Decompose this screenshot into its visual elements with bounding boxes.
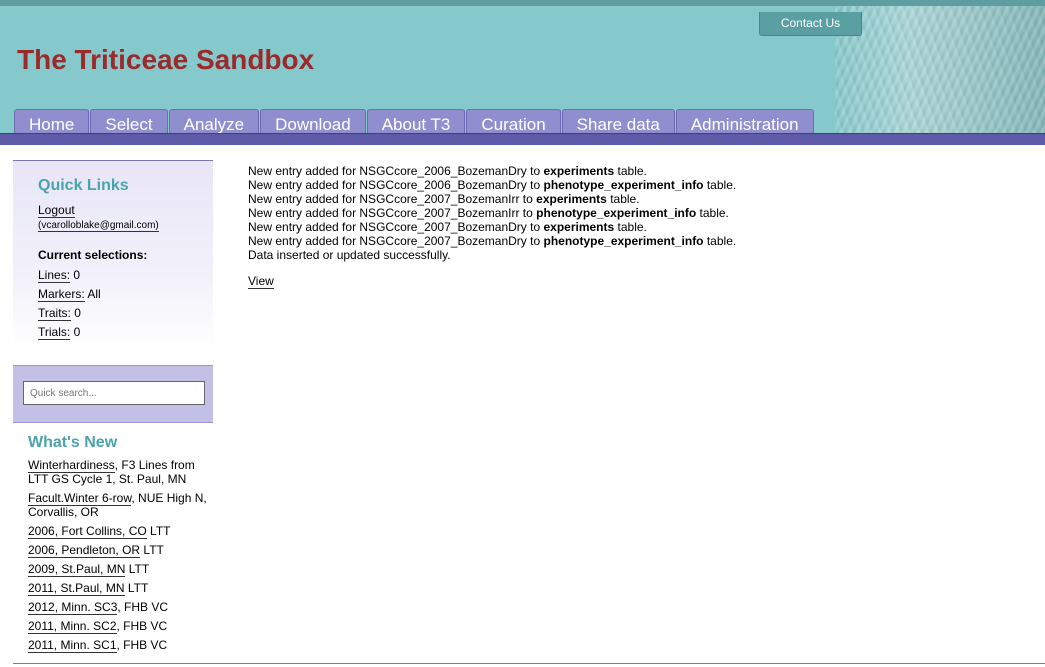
nav-tab-curation[interactable]: Curation [466, 109, 561, 133]
nav-tab-administration[interactable]: Administration [675, 109, 814, 133]
whats-new-detail: LTT [125, 562, 150, 576]
whats-new-item: Winterhardiness, F3 Lines from LTT GS Cy… [28, 458, 208, 486]
whats-new-item: 2011, Minn. SC1, FHB VC [28, 638, 208, 653]
whats-new-link[interactable]: 2012, Minn. SC3 [28, 600, 118, 615]
selection-lines: Lines: 0 [38, 268, 213, 283]
whats-new-link[interactable]: Facult.Winter 6-row [28, 491, 132, 506]
message-text: table. [614, 220, 647, 234]
selection-lines-link[interactable]: Lines: [38, 268, 71, 283]
nav-tab-analyze[interactable]: Analyze [168, 109, 260, 133]
nav-tab-share-data[interactable]: Share data [561, 109, 675, 133]
whats-new-link[interactable]: 2006, Fort Collins, CO [28, 524, 147, 539]
view-link[interactable]: View [248, 274, 274, 289]
message-text: table. [696, 206, 729, 220]
message-text: New entry added for NSGCcore_2007_Bozema… [248, 192, 537, 206]
quick-links-title: Quick Links [38, 177, 129, 194]
sidebar: Quick Links Logout (vcarolloblake@gmail.… [13, 160, 213, 653]
nav-tab-about[interactable]: About T3 [366, 109, 466, 133]
nav-tab-select[interactable]: Select [90, 109, 168, 133]
message-table-name: phenotype_experiment_info [543, 178, 704, 192]
whats-new-panel: What's New Winterhardiness, F3 Lines fro… [28, 434, 208, 657]
selection-markers-value: All [87, 287, 101, 301]
message-text: New entry added for NSGCcore_2007_Bozema… [248, 206, 537, 220]
message-text: New entry added for NSGCcore_2007_Bozema… [248, 234, 544, 248]
quick-search-input[interactable] [23, 381, 205, 405]
result-message: New entry added for NSGCcore_2006_Bozema… [248, 164, 1028, 178]
message-text: New entry added for NSGCcore_2006_Bozema… [248, 164, 544, 178]
whats-new-detail: LTT [140, 543, 164, 557]
success-message: Data inserted or updated successfully. [248, 248, 451, 262]
whats-new-item: 2006, Pendleton, OR LTT [28, 543, 208, 558]
main-content: New entry added for NSGCcore_2006_Bozema… [248, 164, 1028, 289]
message-text: table. [606, 192, 640, 206]
whats-new-item: 2006, Fort Collins, CO LTT [28, 524, 208, 539]
whats-new-detail: , FHB VC [116, 638, 168, 652]
whats-new-detail: , FHB VC [117, 600, 169, 614]
current-selections-title: Current selections: [38, 248, 148, 262]
quick-links-panel: Quick Links Logout (vcarolloblake@gmail.… [13, 160, 213, 350]
header-wheat-image [835, 6, 1045, 133]
result-message: New entry added for NSGCcore_2007_Bozema… [248, 206, 1028, 220]
whats-new-title: What's New [28, 434, 118, 451]
message-text: New entry added for NSGCcore_2006_Bozema… [248, 178, 544, 192]
message-table-name: phenotype_experiment_info [543, 234, 704, 248]
selection-markers-link[interactable]: Markers: [38, 287, 85, 302]
selection-trials-link[interactable]: Trials: [38, 325, 71, 340]
whats-new-link[interactable]: 2011, St.Paul, MN [28, 581, 125, 596]
whats-new-item: 2009, St.Paul, MN LTT [28, 562, 208, 577]
selection-traits: Traits: 0 [38, 306, 213, 321]
message-table-name: experiments [536, 192, 607, 206]
selection-lines-value: 0 [73, 268, 81, 282]
quick-search-panel [13, 365, 213, 423]
whats-new-link[interactable]: 2011, Minn. SC1 [28, 638, 117, 653]
result-message: New entry added for NSGCcore_2007_Bozema… [248, 192, 1028, 206]
message-text: table. [703, 234, 737, 248]
site-header: The Triticeae Sandbox Contact Us Home Se… [0, 0, 1045, 133]
selection-traits-link[interactable]: Traits: [38, 306, 71, 321]
whats-new-item: Facult.Winter 6-row, NUE High N, Corvall… [28, 491, 208, 519]
message-text: table. [614, 164, 647, 178]
logout-link[interactable]: Logout [38, 203, 75, 218]
result-message: New entry added for NSGCcore_2006_Bozema… [248, 178, 1028, 192]
site-title[interactable]: The Triticeae Sandbox [17, 44, 314, 76]
selection-markers: Markers: All [38, 287, 213, 302]
whats-new-link[interactable]: Winterhardiness [28, 458, 115, 473]
contact-us-button[interactable]: Contact Us [759, 12, 862, 36]
nav-tab-download[interactable]: Download [260, 109, 366, 133]
whats-new-link[interactable]: 2009, St.Paul, MN [28, 562, 126, 577]
header-divider-bar [0, 133, 1045, 145]
message-text: table. [703, 178, 737, 192]
whats-new-item: 2011, Minn. SC2, FHB VC [28, 619, 208, 634]
whats-new-detail: LTT [146, 524, 171, 538]
message-table-name: experiments [543, 164, 615, 178]
selection-trials-value: 0 [73, 325, 81, 339]
whats-new-link[interactable]: 2011, Minn. SC2 [28, 619, 117, 634]
main-nav: Home Select Analyze Download About T3 Cu… [14, 109, 814, 133]
whats-new-link[interactable]: 2006, Pendleton, OR [28, 543, 141, 558]
nav-tab-home[interactable]: Home [14, 109, 90, 133]
user-email[interactable]: (vcarolloblake@gmail.com) [38, 220, 159, 232]
footer-divider [13, 663, 1045, 664]
whats-new-item: 2012, Minn. SC3, FHB VC [28, 600, 208, 615]
selection-trials: Trials: 0 [38, 325, 213, 340]
whats-new-detail: LTT [124, 581, 149, 595]
whats-new-item: 2011, St.Paul, MN LTT [28, 581, 208, 596]
result-message: New entry added for NSGCcore_2007_Bozema… [248, 220, 1028, 234]
message-text: New entry added for NSGCcore_2007_Bozema… [248, 220, 544, 234]
message-table-name: experiments [543, 220, 615, 234]
result-message: New entry added for NSGCcore_2007_Bozema… [248, 234, 1028, 248]
message-table-name: phenotype_experiment_info [536, 206, 697, 220]
whats-new-detail: , FHB VC [116, 619, 168, 633]
selection-traits-value: 0 [74, 306, 81, 320]
